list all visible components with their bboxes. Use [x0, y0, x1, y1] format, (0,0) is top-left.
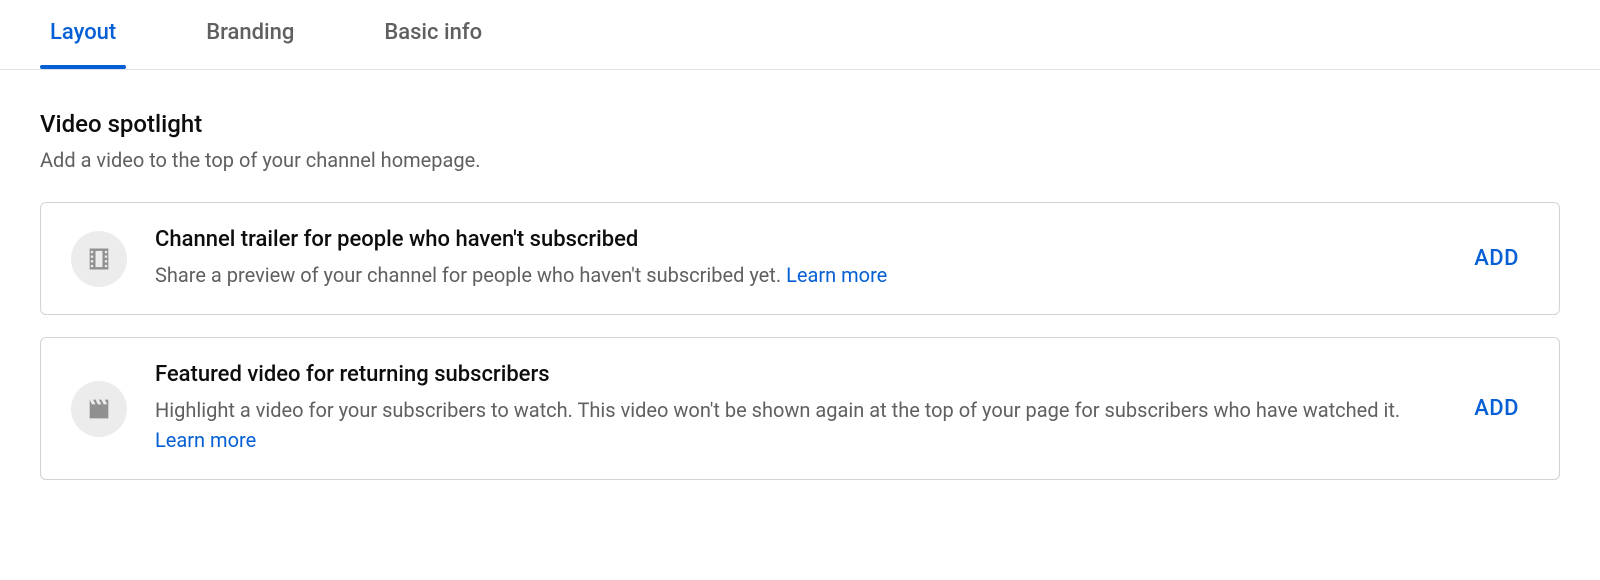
clapboard-sparkle-icon	[71, 381, 127, 437]
card-featured-video: Featured video for returning subscribers…	[40, 337, 1560, 480]
tab-layout[interactable]: Layout	[40, 0, 126, 69]
add-button[interactable]: ADD	[1464, 396, 1529, 421]
section-subtitle: Add a video to the top of your channel h…	[40, 148, 1560, 172]
card-featured-desc-text: Highlight a video for your subscribers t…	[155, 398, 1400, 422]
tab-basic-info[interactable]: Basic info	[374, 0, 492, 69]
card-text: Featured video for returning subscribers…	[155, 362, 1436, 455]
learn-more-link[interactable]: Learn more	[155, 428, 256, 452]
film-icon	[71, 231, 127, 287]
content-area: Video spotlight Add a video to the top o…	[0, 70, 1600, 480]
card-trailer-desc-text: Share a preview of your channel for peop…	[155, 263, 786, 287]
learn-more-link[interactable]: Learn more	[786, 263, 887, 287]
card-text: Channel trailer for people who haven't s…	[155, 227, 1436, 290]
card-featured-desc: Highlight a video for your subscribers t…	[155, 395, 1436, 455]
card-trailer-desc: Share a preview of your channel for peop…	[155, 260, 1436, 290]
card-trailer-title: Channel trailer for people who haven't s…	[155, 227, 1436, 252]
tab-branding[interactable]: Branding	[196, 0, 304, 69]
add-button[interactable]: ADD	[1464, 246, 1529, 271]
card-featured-title: Featured video for returning subscribers	[155, 362, 1436, 387]
tabs-bar: Layout Branding Basic info	[0, 0, 1600, 70]
card-channel-trailer: Channel trailer for people who haven't s…	[40, 202, 1560, 315]
section-title: Video spotlight	[40, 110, 1560, 138]
